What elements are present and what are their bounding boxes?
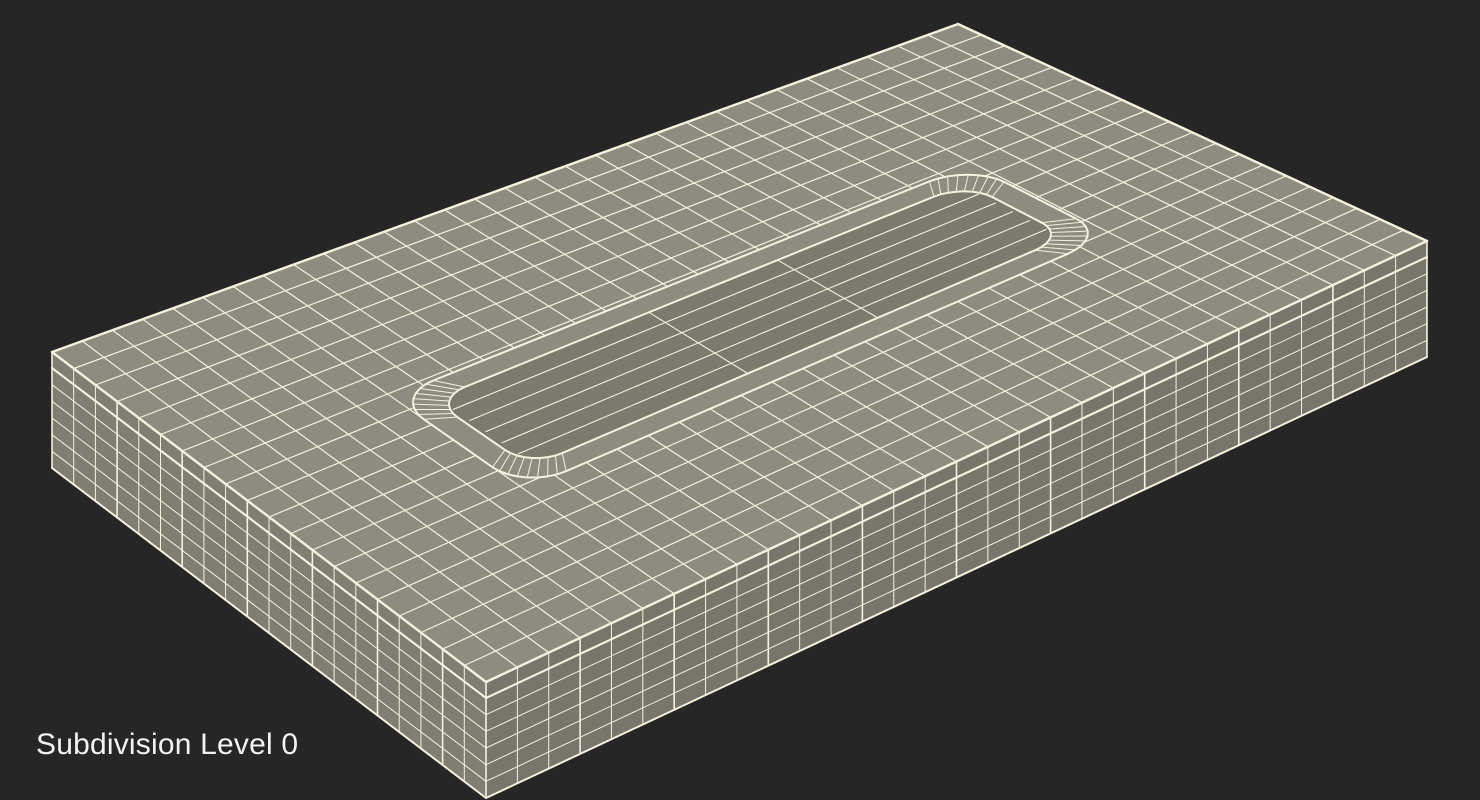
model-faces — [52, 24, 1427, 798]
subdivision-level-caption: Subdivision Level 0 — [36, 728, 299, 761]
wireframe-model — [50, 22, 1429, 799]
render-viewport: Subdivision Level 0 — [0, 0, 1480, 800]
rim-segment-line — [947, 175, 949, 194]
